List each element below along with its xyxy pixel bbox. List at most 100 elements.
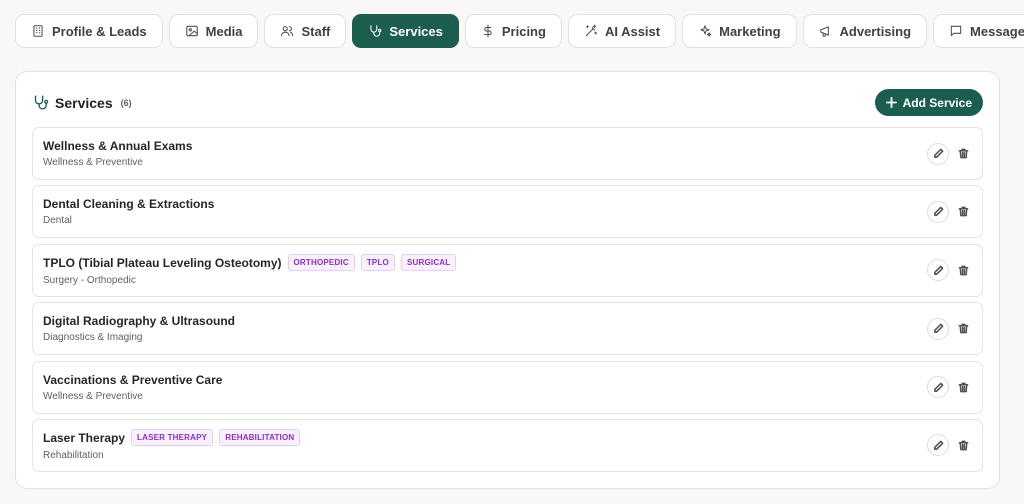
edit-button[interactable]: [927, 434, 949, 457]
service-name-line: TPLO (Tibial Plateau Leveling Osteotomy)…: [43, 254, 927, 272]
edit-button[interactable]: [927, 317, 949, 340]
pencil-icon: [933, 440, 943, 450]
image-icon: [185, 25, 198, 37]
service-category: Surgery - Orthopedic: [43, 275, 136, 287]
pencil-icon: [933, 382, 943, 392]
edit-button[interactable]: [927, 200, 949, 223]
tab-label: Services: [389, 23, 443, 39]
row-actions: [927, 317, 972, 340]
service-tag: TPLO: [360, 254, 395, 272]
services-panel: Services (6) Add Service Wellness & Annu…: [15, 71, 1000, 489]
trash-icon: [958, 440, 968, 451]
service-name-line: Dental Cleaning & Extractions: [43, 197, 927, 211]
delete-button[interactable]: [954, 201, 972, 223]
services-list: Wellness & Annual Exams Wellness & Preven…: [32, 127, 983, 477]
service-name: Dental Cleaning & Extractions: [43, 197, 215, 212]
row-actions: [927, 200, 972, 223]
tab-ai-assist[interactable]: AI Assist: [567, 14, 677, 48]
service-name-line: Laser Therapy LASER THERAPY REHABILITATION: [43, 429, 927, 447]
edit-button[interactable]: [927, 259, 949, 282]
tab-label: Media: [205, 23, 243, 39]
trash-icon: [958, 148, 968, 159]
tab-bar: Profile & Leads Media Staff Services Pricing…: [15, 14, 1024, 48]
pencil-icon: [933, 323, 943, 334]
service-name: Wellness & Annual Exams: [43, 139, 193, 153]
service-row: TPLO (Tibial Plateau Leveling Osteotomy)…: [32, 243, 983, 297]
tab-pricing[interactable]: Pricing: [464, 14, 562, 48]
service-info: Vaccinations & Preventive Care Wellness &…: [43, 373, 927, 402]
edit-button[interactable]: [927, 142, 949, 165]
service-category: Wellness & Preventive: [43, 390, 143, 402]
services-title: Services: [55, 94, 113, 111]
delete-button[interactable]: [954, 376, 972, 398]
service-row: Digital Radiography & Ultrasound Diagnost…: [32, 302, 983, 356]
service-info: TPLO (Tibial Plateau Leveling Osteotomy)…: [43, 254, 927, 286]
service-row: Dental Cleaning & Extractions Dental: [32, 185, 983, 239]
megaphone-icon: [819, 26, 829, 37]
service-tag: REHABILITATION: [219, 429, 301, 447]
tab-label: Messages: [970, 23, 1024, 39]
service-tag: ORTHOPEDIC: [287, 254, 355, 272]
pencil-icon: [933, 265, 943, 275]
row-actions: [927, 434, 972, 457]
service-category: Rehabilitation: [43, 450, 104, 462]
add-service-label: Add Service: [902, 95, 972, 110]
tab-messages[interactable]: Messages: [933, 14, 1024, 48]
service-name-line: Digital Radiography & Ultrasound: [43, 314, 927, 328]
tab-label: Advertising: [839, 23, 912, 39]
users-icon: [281, 26, 294, 37]
service-info: Digital Radiography & Ultrasound Diagnost…: [43, 314, 927, 343]
panel-header: Services (6) Add Service: [32, 89, 983, 116]
row-actions: [927, 376, 972, 399]
pencil-icon: [933, 148, 943, 158]
stethoscope-icon: [370, 25, 382, 37]
trash-icon: [958, 206, 968, 217]
add-service-button[interactable]: Add Service: [874, 89, 983, 116]
service-info: Dental Cleaning & Extractions Dental: [43, 197, 927, 226]
service-name: TPLO (Tibial Plateau Leveling Osteotomy): [43, 255, 282, 270]
row-actions: [927, 259, 972, 282]
trash-icon: [958, 265, 968, 276]
services-count: (6): [120, 97, 132, 108]
tab-services[interactable]: Services: [352, 14, 459, 48]
delete-button[interactable]: [954, 318, 972, 340]
service-tag: LASER THERAPY: [131, 429, 214, 447]
tab-advertising[interactable]: Advertising: [802, 14, 928, 48]
delete-button[interactable]: [954, 434, 972, 456]
sparkles-icon: [700, 25, 712, 37]
tab-label: Pricing: [501, 23, 546, 39]
row-actions: [927, 142, 972, 165]
tab-profile-leads[interactable]: Profile & Leads: [15, 14, 163, 48]
service-category: Diagnostics & Imaging: [43, 332, 143, 344]
service-row: Laser Therapy LASER THERAPY REHABILITATION…: [32, 418, 983, 472]
tab-label: Staff: [301, 23, 331, 39]
trash-icon: [958, 382, 968, 392]
service-info: Laser Therapy LASER THERAPY REHABILITATION…: [43, 429, 927, 461]
service-name-line: Wellness & Annual Exams: [43, 139, 927, 153]
service-name: Laser Therapy: [43, 430, 126, 445]
dollar-icon: [483, 24, 492, 38]
plus-icon: [885, 97, 897, 108]
delete-button[interactable]: [954, 259, 972, 281]
service-row: Wellness & Annual Exams Wellness & Preven…: [32, 127, 983, 180]
tab-label: Profile & Leads: [52, 23, 147, 39]
service-name: Vaccinations & Preventive Care: [43, 372, 223, 387]
tab-media[interactable]: Media: [168, 14, 259, 48]
tab-label: Marketing: [719, 23, 781, 39]
building-icon: [33, 25, 43, 37]
stethoscope-icon: [34, 95, 49, 110]
tab-label: AI Assist: [604, 23, 661, 39]
service-category: Dental: [43, 215, 72, 227]
service-tag: SURGICAL: [400, 254, 457, 272]
trash-icon: [958, 323, 968, 334]
tab-staff[interactable]: Staff: [264, 14, 347, 48]
service-name: Digital Radiography & Ultrasound: [43, 314, 236, 329]
service-info: Wellness & Annual Exams Wellness & Preven…: [43, 139, 927, 168]
service-name-line: Vaccinations & Preventive Care: [43, 373, 927, 387]
edit-button[interactable]: [927, 376, 949, 399]
service-row: Vaccinations & Preventive Care Wellness &…: [32, 360, 983, 414]
tab-marketing[interactable]: Marketing: [682, 14, 797, 48]
wand-icon: [585, 24, 598, 37]
delete-button[interactable]: [954, 143, 972, 165]
service-category: Wellness & Preventive: [43, 157, 143, 168]
